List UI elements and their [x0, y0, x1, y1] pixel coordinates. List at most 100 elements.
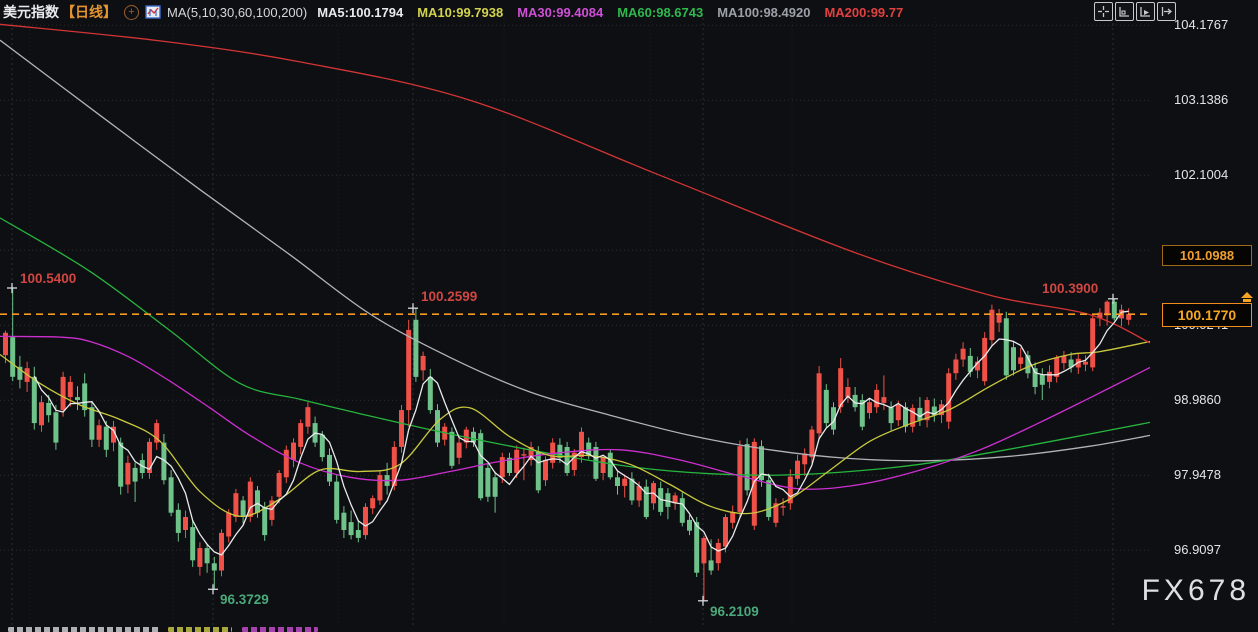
candle-body [730, 512, 735, 523]
candle-body [68, 382, 73, 397]
axis-price-label: 104.1767 [1174, 17, 1254, 33]
candle-body [809, 430, 814, 458]
chart-panel-icon[interactable] [1115, 2, 1134, 21]
candle-body [233, 493, 238, 517]
candle-body [183, 517, 188, 530]
axis-price-label: 98.9860 [1174, 392, 1254, 408]
candle-body [1033, 368, 1038, 387]
candle-body [413, 320, 418, 377]
candle-body [795, 461, 800, 479]
candle-body [212, 563, 217, 570]
candle-body [255, 490, 260, 512]
extreme-price-label: 96.2109 [710, 604, 759, 619]
ma200-line [0, 24, 1150, 343]
candle-body [61, 377, 66, 410]
period-label[interactable]: 【日线】 [61, 2, 117, 22]
candle-body [716, 543, 721, 563]
candle-body [118, 443, 123, 487]
candle-body [435, 410, 440, 443]
candle-body [341, 513, 346, 530]
candle-body [32, 377, 37, 423]
add-indicator-icon[interactable]: + [124, 5, 139, 20]
candle-body [608, 453, 613, 478]
candlestick-chart[interactable]: 100.5400100.2599100.390096.372996.2109 [0, 0, 1258, 632]
candle-body [262, 507, 267, 535]
candle-body [125, 463, 130, 485]
clipped-legend-text [168, 627, 232, 632]
chart-window: 100.5400100.2599100.390096.372996.2109 美… [0, 0, 1258, 632]
candle-body [363, 507, 368, 535]
candle-body [824, 390, 829, 423]
candle-body [1004, 318, 1009, 375]
crosshair-icon[interactable] [1094, 2, 1113, 21]
export-icon[interactable] [1157, 2, 1176, 21]
candle-body [1018, 357, 1023, 364]
candle-body [766, 480, 771, 517]
candle-body [46, 403, 51, 415]
ma-value-label: MA30:99.4084 [517, 5, 603, 20]
jump-to-latest-button[interactable] [1240, 292, 1254, 303]
clipped-legend-text [242, 627, 318, 632]
symbol-title: 美元指数 [3, 2, 59, 22]
candle-body [1047, 372, 1052, 382]
candle-body [593, 447, 598, 479]
candle-body [356, 530, 361, 538]
candle-body [133, 468, 138, 482]
up-arrow-base [1243, 299, 1251, 302]
candle-body [601, 458, 606, 473]
axis-price-label: 96.9097 [1174, 542, 1254, 558]
gridlines [0, 18, 1150, 626]
candle-body [428, 377, 433, 410]
candle-body [737, 446, 742, 512]
candle-body [176, 510, 181, 533]
candle-body [874, 390, 879, 407]
candle-body [305, 407, 310, 427]
chart-legend: 美元指数 【日线】 + MA(5,10,30,60,100,200) MA5:1… [3, 3, 917, 21]
fx678-watermark: FX678 [1142, 574, 1250, 608]
candle-body [694, 522, 699, 573]
candle-body [709, 560, 714, 570]
candle-body [680, 498, 685, 523]
chart-play-icon[interactable] [1136, 2, 1155, 21]
last-price-box: 100.1770 [1162, 303, 1252, 327]
candle-body [291, 443, 296, 460]
extreme-price-label: 100.2599 [421, 289, 477, 304]
candle-body [169, 477, 174, 512]
candle-body [687, 520, 692, 531]
candle-body [75, 397, 80, 400]
candle-body [298, 423, 303, 447]
candle-body [277, 473, 282, 497]
candle-body [881, 397, 886, 403]
ma-value-label: MA60:98.6743 [617, 5, 703, 20]
candle-body [514, 450, 519, 473]
ma-value-label: MA5:100.1794 [317, 5, 403, 20]
annotations: 100.5400100.2599100.390096.372996.2109 [7, 271, 1118, 619]
candle-body [226, 513, 231, 537]
candle-body [536, 452, 541, 490]
candle-body [205, 548, 210, 563]
ma-params-label: MA(5,10,30,60,100,200) [167, 5, 307, 20]
candle-body [241, 500, 246, 517]
candle-body [953, 360, 958, 374]
candle-body [1105, 302, 1110, 316]
candle-body [521, 454, 526, 455]
candle-body [449, 432, 454, 466]
candle-body [190, 527, 195, 560]
candle-body [867, 402, 872, 413]
candle-body [838, 368, 843, 407]
candle-body [946, 373, 951, 421]
extreme-price-label: 100.3900 [1042, 281, 1098, 296]
candle-body [565, 447, 570, 473]
candle-body [421, 356, 426, 370]
ma-values: MA5:100.1794MA10:99.7938MA30:99.4084MA60… [317, 5, 917, 20]
candle-body [903, 407, 908, 427]
candle-body [406, 330, 411, 410]
candle-body [370, 498, 375, 508]
candle-body [104, 427, 109, 450]
candle-body [1011, 347, 1016, 370]
kline-style-icon[interactable] [145, 5, 161, 19]
candle-body [745, 444, 750, 490]
candle-body [1090, 318, 1095, 367]
candle-body [1112, 302, 1117, 319]
candle-body [377, 475, 382, 500]
